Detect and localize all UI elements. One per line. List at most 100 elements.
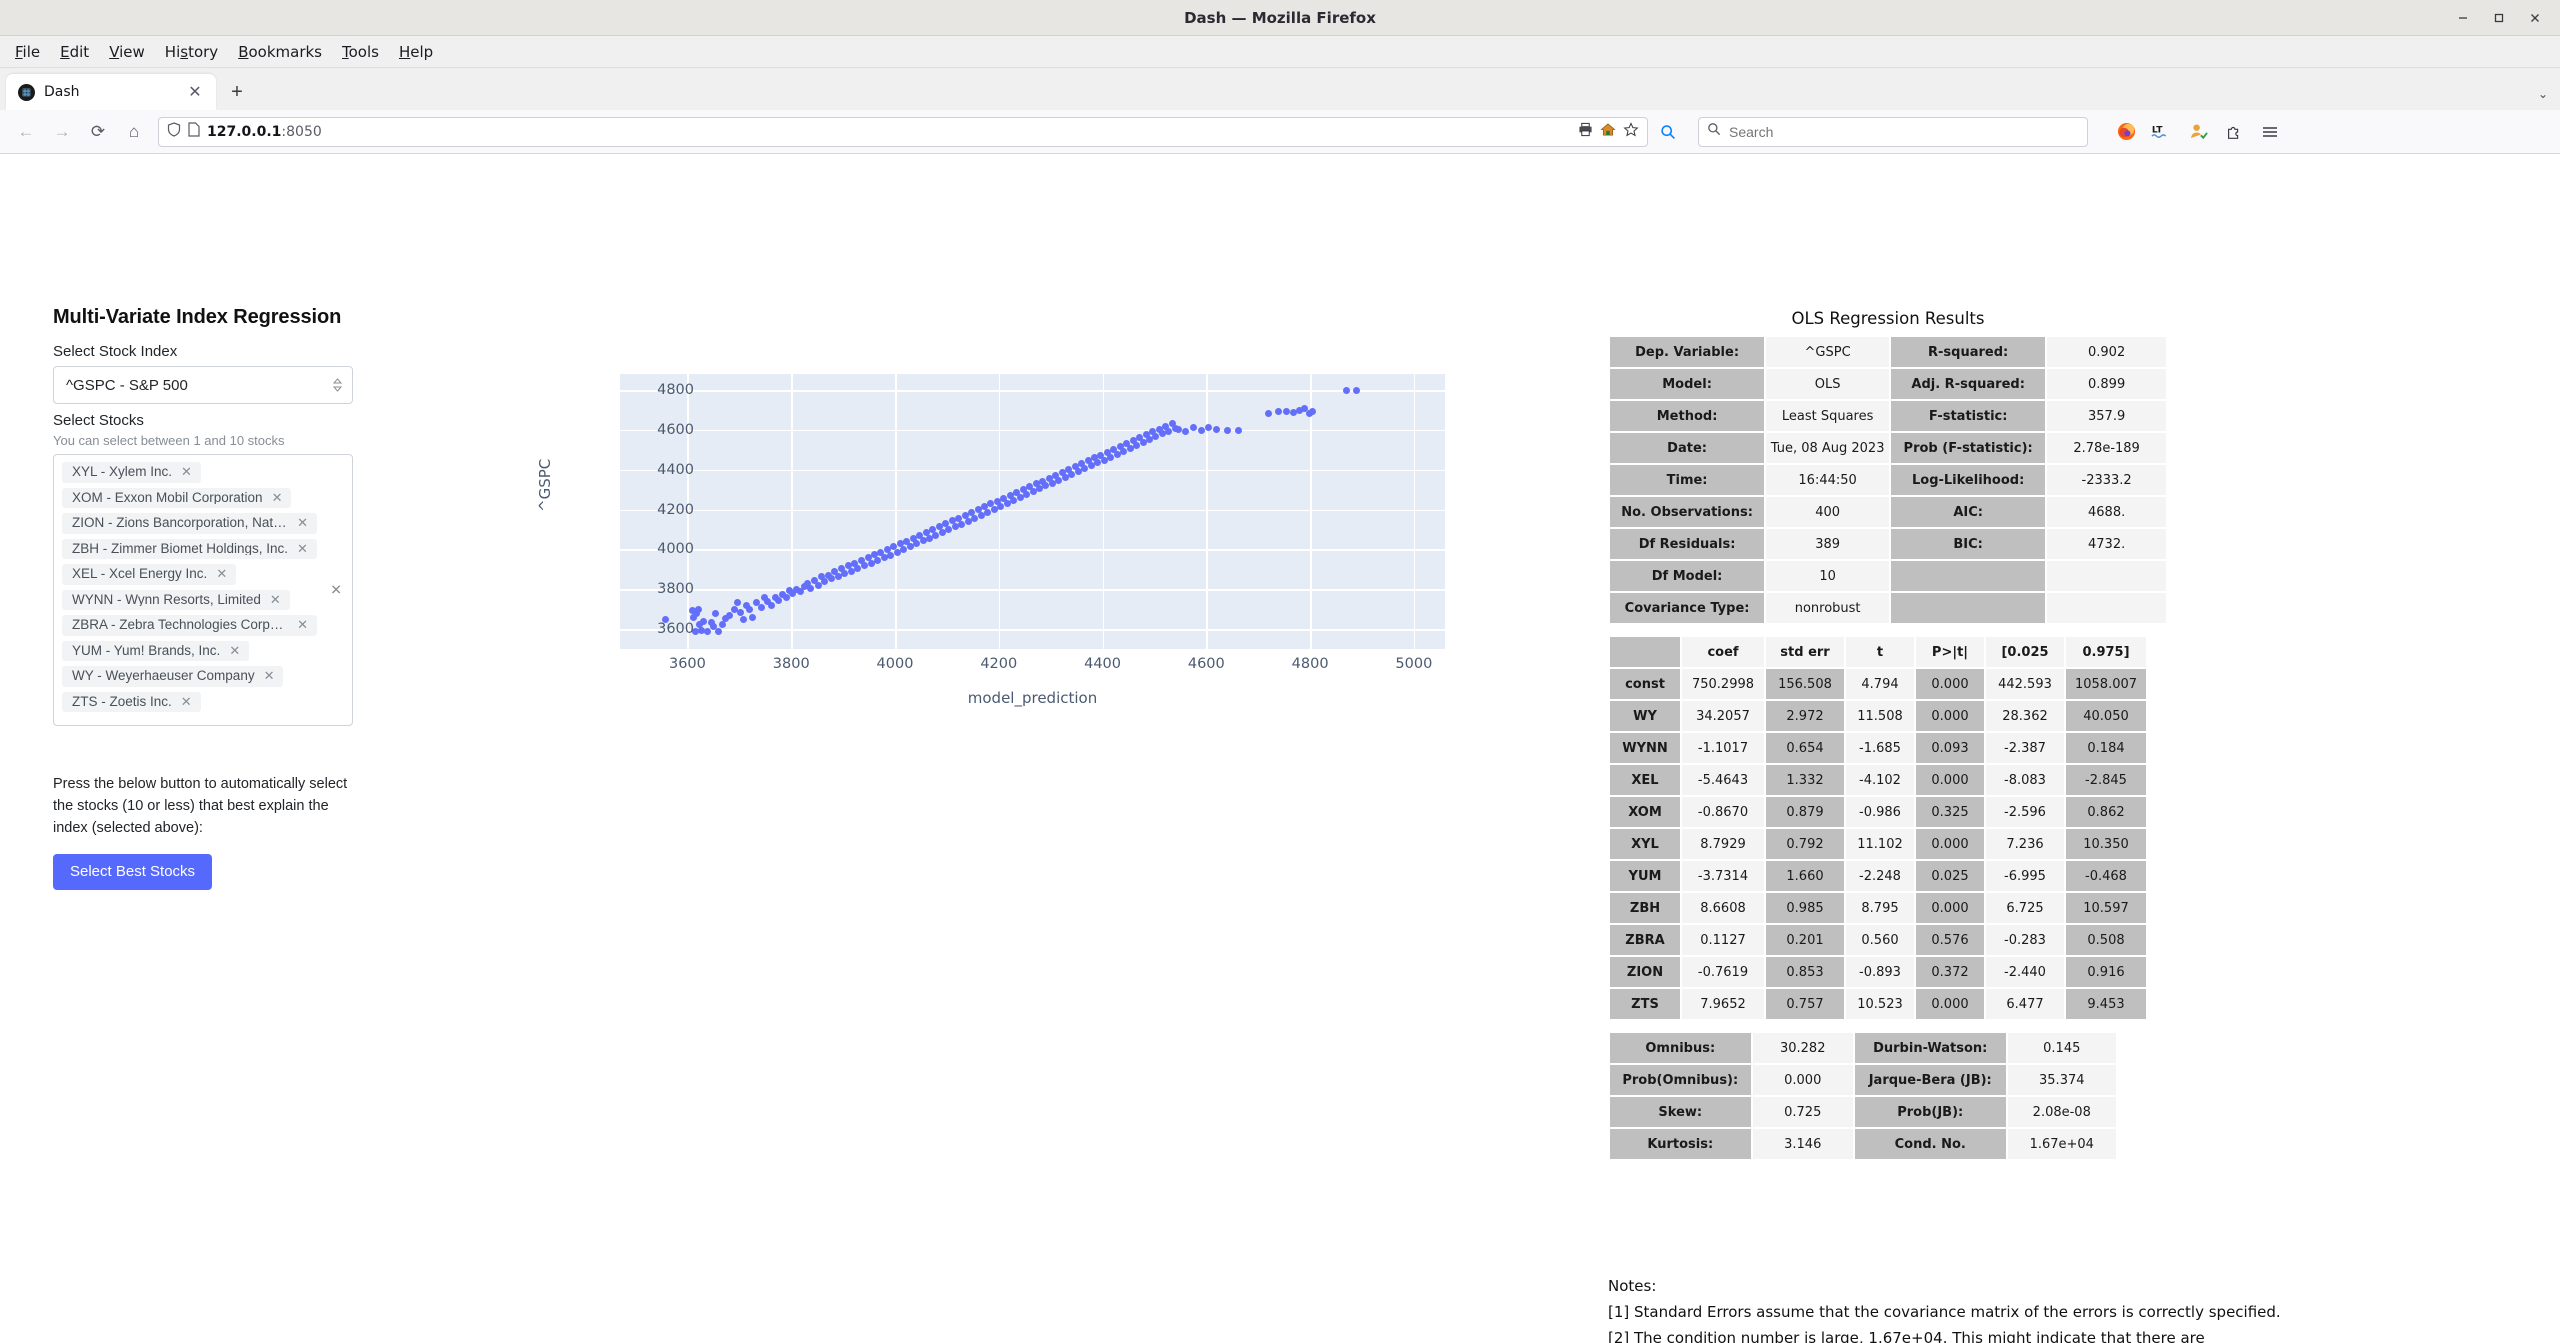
remove-stock-icon[interactable]: ✕: [297, 618, 308, 631]
print-icon[interactable]: [1578, 122, 1593, 142]
menu-help[interactable]: Help: [390, 40, 442, 64]
ols-summary-label: Covariance Type:: [1610, 593, 1765, 623]
stock-tag[interactable]: XOM - Exxon Mobil Corporation ✕: [62, 487, 292, 508]
note-2-line-1: [2] The condition number is large, 1.67e…: [1608, 1328, 2205, 1343]
ols-coef-column-header: coef: [1682, 637, 1764, 667]
ols-coef-value: 0.000: [1916, 765, 1984, 795]
url-bar-icons: [1578, 121, 1639, 142]
ols-coef-row-header: YUM: [1610, 861, 1680, 891]
ols-coef-row: WYNN -1.1017 0.654 -1.685 0.093 -2.387 0.184: [1610, 733, 2146, 763]
chart-data-point: [734, 598, 742, 606]
languagetool-icon[interactable]: LT: [2146, 116, 2178, 148]
menu-tools[interactable]: Tools: [333, 40, 388, 64]
ols-diagnostic-row: Prob(Omnibus): 0.000 Jarque-Bera (JB): 35.3…: [1610, 1065, 2116, 1095]
ols-coef-value: 0.1127: [1682, 925, 1764, 955]
search-magnifier-icon[interactable]: [1652, 116, 1684, 148]
stock-index-value: ^GSPC - S&P 500: [66, 376, 188, 394]
ols-summary-label: Prob (F-statistic):: [1891, 433, 2046, 463]
chart-data-point: [775, 597, 783, 605]
reload-icon[interactable]: ⟳: [82, 116, 114, 148]
menu-history[interactable]: History: [156, 40, 227, 64]
menu-bookmarks[interactable]: Bookmarks: [229, 40, 331, 64]
ols-coef-row: ZBRA 0.1127 0.201 0.560 0.576 -0.283 0.508: [1610, 925, 2146, 955]
stock-tag[interactable]: ZBH - Zimmer Biomet Holdings, Inc. ✕: [62, 538, 317, 559]
ols-coef-value: 11.508: [1846, 701, 1914, 731]
ols-coef-value: 750.2998: [1682, 669, 1764, 699]
menu-file[interactable]: File: [6, 40, 49, 64]
forward-icon[interactable]: →: [46, 116, 78, 148]
ols-coef-value: 8.795: [1846, 893, 1914, 923]
tab-dash[interactable]: ▦ Dash ✕: [6, 74, 216, 110]
select-best-stocks-button[interactable]: Select Best Stocks: [53, 853, 213, 890]
url-bar[interactable]: 127.0.0.1:8050: [158, 116, 1648, 147]
ols-coef-value: 0.576: [1916, 925, 1984, 955]
close-button[interactable]: [2520, 6, 2550, 30]
ols-coef-value: 1.660: [1766, 861, 1844, 891]
chart-data-point: [1213, 426, 1221, 434]
ols-summary-value: 4688.: [2047, 497, 2166, 527]
stock-tag[interactable]: YUM - Yum! Brands, Inc. ✕: [62, 640, 250, 661]
home-page-icon[interactable]: [1600, 122, 1616, 142]
stock-tag[interactable]: ZION - Zions Bancorporation, Natio… ✕: [62, 513, 317, 534]
remove-stock-icon[interactable]: ✕: [297, 516, 308, 529]
stock-tag[interactable]: ZBRA - Zebra Technologies Corpor… ✕: [62, 615, 317, 636]
chart-gridline-horizontal: [620, 509, 1445, 512]
list-all-tabs-icon[interactable]: ⌄: [2538, 87, 2548, 101]
stock-tag[interactable]: WY - Weyerhaeuser Company ✕: [62, 666, 284, 687]
remove-stock-icon[interactable]: ✕: [216, 567, 227, 580]
stock-tag-list: XYL - Xylem Inc. ✕ XOM - Exxon Mobil Corpo…: [62, 462, 344, 717]
remove-stock-icon[interactable]: ✕: [270, 593, 281, 606]
ols-coef-value: -5.4643: [1682, 765, 1764, 795]
ols-coef-value: 7.9652: [1682, 989, 1764, 1019]
tab-close-icon[interactable]: ✕: [184, 81, 206, 103]
clear-all-icon[interactable]: ✕: [330, 582, 342, 599]
ols-notes: Notes: [1] Standard Errors assume that t…: [1608, 1274, 2368, 1343]
stocks-select-label: Select Stocks: [53, 412, 144, 429]
chart-data-point: [746, 606, 754, 614]
chart-y-tick-label: 4600: [657, 421, 694, 438]
stock-tag[interactable]: XEL - Xcel Energy Inc. ✕: [62, 564, 237, 585]
ols-coef-value: 10.597: [2066, 893, 2146, 923]
page-info-icon[interactable]: [188, 121, 200, 142]
chart-gridline-horizontal: [620, 589, 1445, 591]
firefox-account-logo-icon[interactable]: [2110, 116, 2142, 148]
chart-y-tick-label: 3600: [657, 621, 694, 638]
app-menu-hamburger-icon[interactable]: [2254, 116, 2286, 148]
remove-stock-icon[interactable]: ✕: [272, 491, 283, 504]
remove-stock-icon[interactable]: ✕: [297, 542, 308, 555]
stock-tag-label: YUM - Yum! Brands, Inc.: [72, 643, 221, 657]
remove-stock-icon[interactable]: ✕: [229, 644, 240, 657]
ols-coef-row-header: ZTS: [1610, 989, 1680, 1019]
home-icon[interactable]: ⌂: [118, 116, 150, 148]
chart-plot-area[interactable]: [620, 374, 1445, 649]
stock-tag[interactable]: XYL - Xylem Inc. ✕: [62, 462, 201, 483]
chart-gridline-vertical: [895, 374, 897, 649]
remove-stock-icon[interactable]: ✕: [264, 669, 275, 682]
search-bar[interactable]: [1698, 116, 2088, 147]
back-icon[interactable]: ←: [10, 116, 42, 148]
menu-edit[interactable]: Edit: [51, 40, 98, 64]
stock-tag[interactable]: WYNN - Wynn Resorts, Limited ✕: [62, 589, 290, 610]
ols-coef-value: 156.508: [1766, 669, 1844, 699]
minimize-button[interactable]: [2448, 6, 2478, 30]
account-check-icon[interactable]: [2182, 116, 2214, 148]
extensions-puzzle-icon[interactable]: [2218, 116, 2250, 148]
stock-index-select[interactable]: ^GSPC - S&P 500: [53, 366, 353, 404]
stocks-multiselect[interactable]: XYL - Xylem Inc. ✕ XOM - Exxon Mobil Corpo…: [53, 454, 353, 726]
menubar: File Edit View History Bookmarks Tools H…: [0, 36, 2560, 68]
remove-stock-icon[interactable]: ✕: [181, 465, 192, 478]
ols-coef-value: -0.986: [1846, 797, 1914, 827]
maximize-button[interactable]: [2484, 6, 2514, 30]
chart-data-point: [970, 514, 978, 522]
ols-coef-row-header: ZBH: [1610, 893, 1680, 923]
stock-tag[interactable]: ZTS - Zoetis Inc. ✕: [62, 691, 201, 712]
search-input[interactable]: [1729, 123, 2079, 140]
bookmark-star-icon[interactable]: [1623, 121, 1639, 142]
ols-summary-row: Dep. Variable: ^GSPC R-squared: 0.902: [1610, 337, 2166, 367]
new-tab-button[interactable]: +: [226, 81, 248, 103]
ols-diagnostic-label: Skew:: [1610, 1097, 1751, 1127]
menu-view[interactable]: View: [100, 40, 154, 64]
remove-stock-icon[interactable]: ✕: [181, 695, 192, 708]
chart-data-point: [873, 557, 881, 565]
stock-tag-label: XYL - Xylem Inc.: [72, 465, 173, 479]
